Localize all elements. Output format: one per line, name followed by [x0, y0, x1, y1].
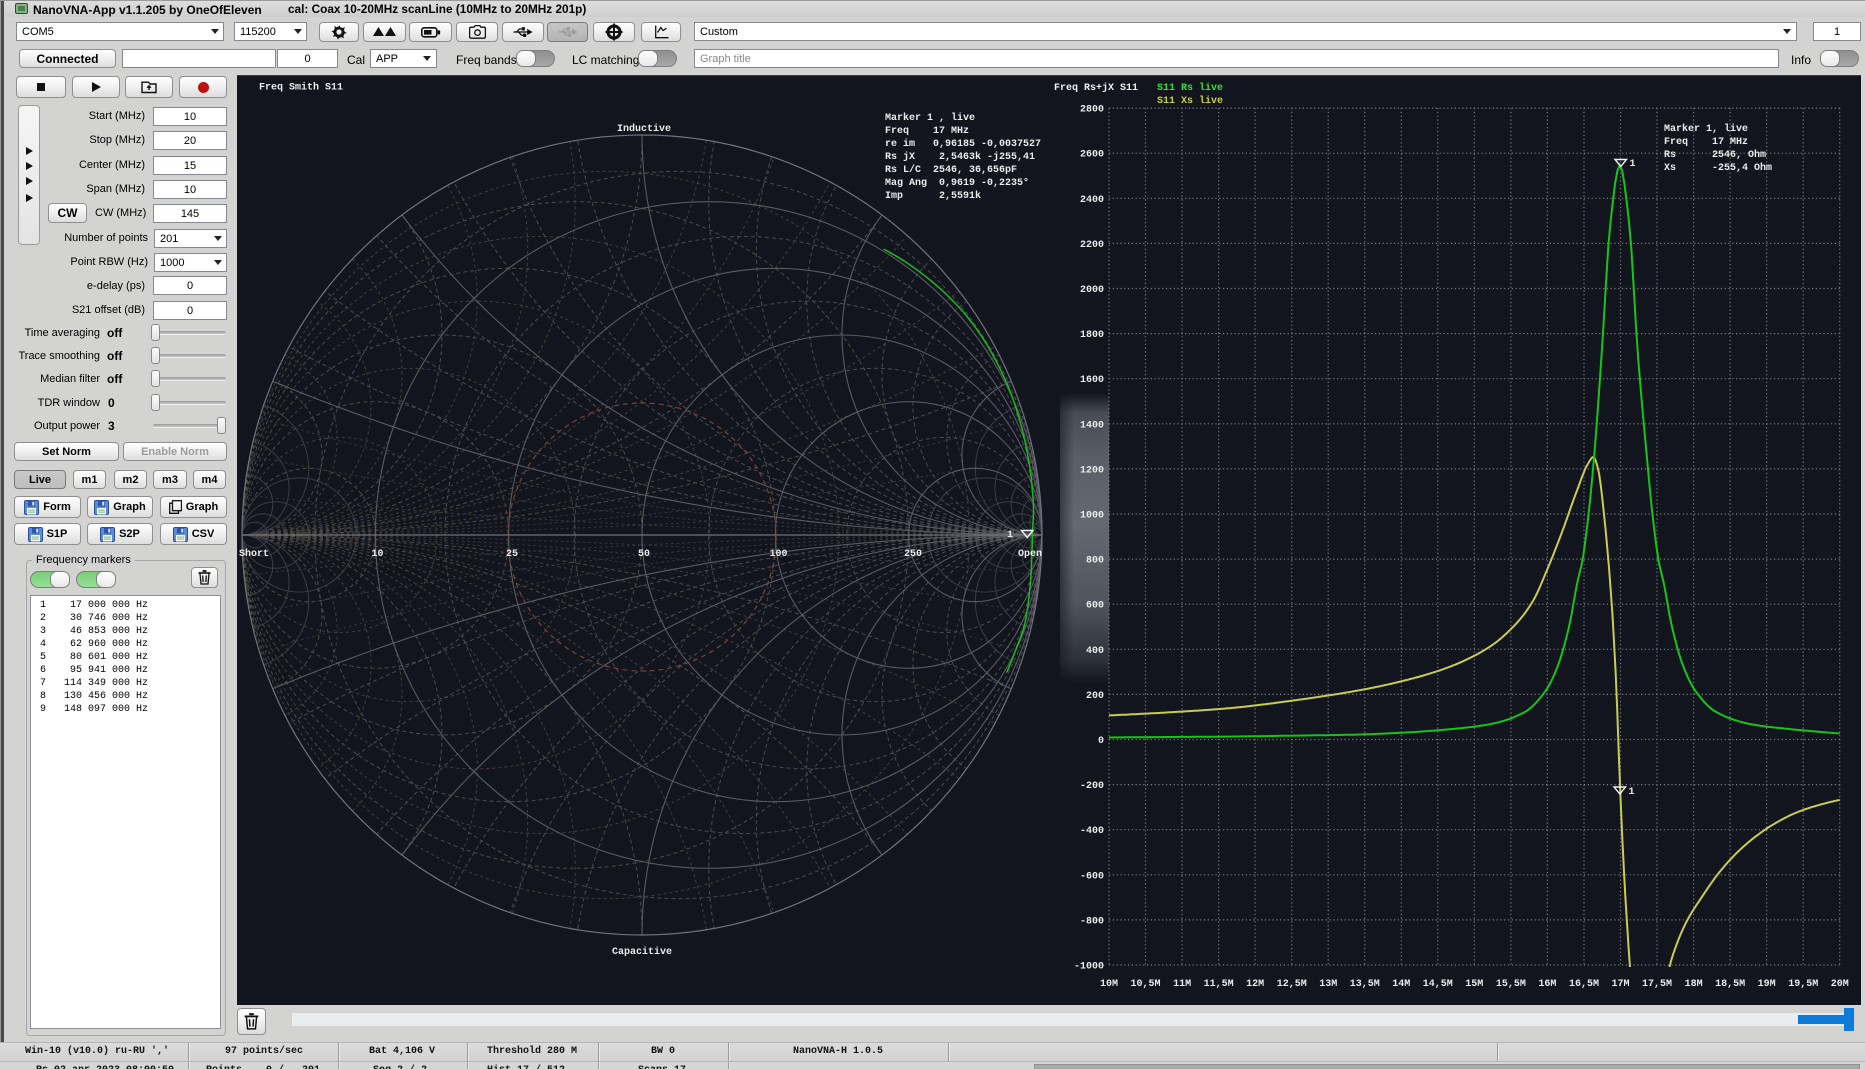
svg-text:Freq 17 MHz: Freq 17 MHz — [885, 126, 969, 137]
svg-text:1400: 1400 — [1080, 420, 1104, 431]
svg-text:-1000: -1000 — [1074, 962, 1104, 973]
svg-text:2400: 2400 — [1080, 195, 1104, 206]
svg-text:10M: 10M — [1100, 979, 1118, 990]
svg-text:0: 0 — [1098, 736, 1104, 747]
svg-text:17,5M: 17,5M — [1642, 979, 1672, 990]
svg-text:Capacitive: Capacitive — [612, 946, 672, 958]
svg-text:-400: -400 — [1080, 826, 1104, 837]
svg-text:Xs -255,4 Ohm: Xs -255,4 Ohm — [1664, 162, 1772, 174]
svg-text:S11 Rs live: S11 Rs live — [1157, 82, 1223, 94]
svg-text:Imp 2,5591k: Imp 2,5591k — [885, 190, 981, 202]
svg-text:-800: -800 — [1080, 916, 1104, 927]
svg-text:1: 1 — [1630, 159, 1636, 170]
svg-text:1: 1 — [1629, 787, 1635, 798]
svg-text:14M: 14M — [1392, 979, 1410, 990]
svg-text:15M: 15M — [1465, 979, 1483, 990]
svg-text:1: 1 — [1007, 530, 1013, 541]
svg-text:15,5M: 15,5M — [1496, 979, 1526, 990]
svg-text:S11 Xs live: S11 Xs live — [1157, 95, 1223, 107]
svg-text:Rs jX 2,5463k -j255,41: Rs jX 2,5463k -j255,41 — [885, 151, 1035, 163]
svg-text:2600: 2600 — [1080, 150, 1104, 161]
svg-text:Freq Smith S11: Freq Smith S11 — [259, 82, 343, 94]
svg-text:10,5M: 10,5M — [1130, 979, 1160, 990]
svg-text:Inductive: Inductive — [617, 123, 671, 135]
svg-text:11M: 11M — [1173, 979, 1191, 990]
svg-text:18M: 18M — [1685, 979, 1703, 990]
svg-text:16,5M: 16,5M — [1569, 979, 1599, 990]
svg-text:12M: 12M — [1246, 979, 1264, 990]
svg-text:12,5M: 12,5M — [1277, 979, 1307, 990]
svg-text:Mag Ang 0,9619 -0,2235°: Mag Ang 0,9619 -0,2235° — [885, 177, 1029, 189]
svg-text:19M: 19M — [1758, 979, 1776, 990]
svg-text:Freq Rs+jX S11: Freq Rs+jX S11 — [1054, 82, 1138, 94]
svg-text:re im 0,96185 -0,0037527: re im 0,96185 -0,0037527 — [885, 138, 1041, 150]
svg-text:Rs L/C 2546, 36,656pF: Rs L/C 2546, 36,656pF — [885, 164, 1017, 176]
svg-text:50: 50 — [638, 549, 650, 560]
svg-text:Marker 1, live: Marker 1, live — [1664, 123, 1748, 135]
svg-text:13M: 13M — [1319, 979, 1337, 990]
svg-text:19,5M: 19,5M — [1788, 979, 1818, 990]
svg-text:200: 200 — [1086, 691, 1104, 702]
svg-text:20M: 20M — [1831, 979, 1849, 990]
svg-text:2800: 2800 — [1080, 105, 1104, 116]
svg-text:600: 600 — [1086, 601, 1104, 612]
svg-text:2200: 2200 — [1080, 240, 1104, 251]
svg-text:Open: Open — [1018, 549, 1042, 560]
svg-text:-200: -200 — [1080, 781, 1104, 792]
svg-text:Rs 2546, Ohm: Rs 2546, Ohm — [1664, 149, 1766, 161]
svg-text:13,5M: 13,5M — [1350, 979, 1380, 990]
svg-text:16M: 16M — [1538, 979, 1556, 990]
svg-text:1600: 1600 — [1080, 375, 1104, 386]
svg-text:18,5M: 18,5M — [1715, 979, 1745, 990]
svg-text:1800: 1800 — [1080, 330, 1104, 341]
svg-text:100: 100 — [769, 549, 787, 560]
svg-text:1000: 1000 — [1080, 511, 1104, 522]
svg-text:17M: 17M — [1611, 979, 1629, 990]
svg-text:Short: Short — [239, 548, 269, 560]
svg-text:10: 10 — [371, 549, 383, 560]
svg-text:400: 400 — [1086, 646, 1104, 657]
svg-text:Marker 1 , live: Marker 1 , live — [885, 112, 975, 124]
svg-text:25: 25 — [506, 549, 518, 560]
svg-text:11,5M: 11,5M — [1204, 979, 1234, 990]
svg-text:Freq 17 MHz: Freq 17 MHz — [1664, 137, 1748, 148]
svg-text:250: 250 — [904, 549, 922, 560]
svg-text:14,5M: 14,5M — [1423, 979, 1453, 990]
svg-text:-600: -600 — [1080, 871, 1104, 882]
svg-text:1200: 1200 — [1080, 465, 1104, 476]
svg-text:800: 800 — [1086, 556, 1104, 567]
svg-text:2000: 2000 — [1080, 285, 1104, 296]
